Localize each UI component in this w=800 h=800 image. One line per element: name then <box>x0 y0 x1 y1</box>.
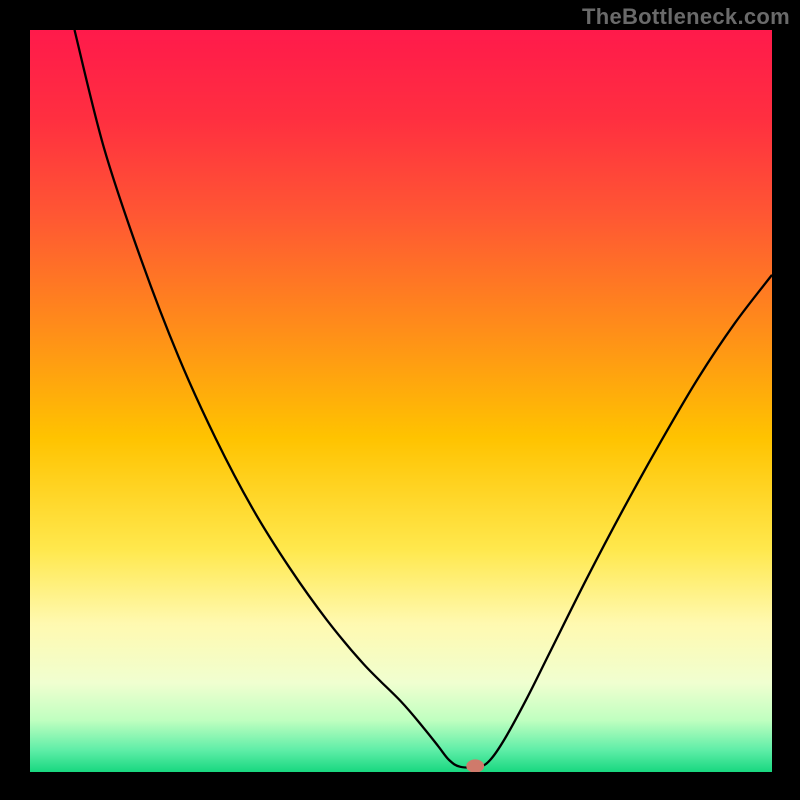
gradient-background <box>30 30 772 772</box>
bottleneck-chart <box>30 30 772 772</box>
plot-area <box>30 30 772 772</box>
chart-frame: TheBottleneck.com <box>0 0 800 800</box>
watermark-text: TheBottleneck.com <box>582 4 790 30</box>
